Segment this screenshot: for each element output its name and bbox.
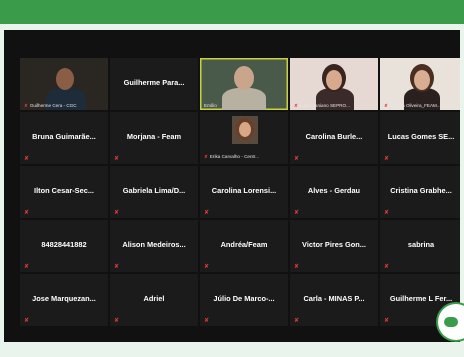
participant-tile-jose[interactable]: Jose Marquezan... ✘	[20, 274, 108, 326]
gallery-row-5: Jose Marquezan... ✘ Adriel ✘ Júlio De Ma…	[16, 274, 460, 326]
muted-mic-icon: ✘	[204, 264, 210, 270]
participant-name-label: Emílio	[204, 103, 217, 108]
muted-mic-icon: ✘	[24, 156, 30, 162]
participant-tile-lucas-gomes[interactable]: Lucas Gomes SE... ✘	[380, 112, 460, 164]
top-bar	[0, 0, 464, 24]
participant-name: Guilherme Para...	[123, 78, 185, 87]
participant-name: 84828441882	[41, 240, 87, 249]
muted-mic-icon: ✘	[384, 318, 390, 324]
participant-tile-alves-gerdau[interactable]: Alves - Gerdau ✘	[290, 166, 378, 218]
chat-bubble-icon	[444, 317, 458, 327]
participant-tile-gabriela[interactable]: Gabriela Lima/D... ✘	[110, 166, 198, 218]
participant-name-label: ✘ Larissa Oliveira_FEAM...	[384, 103, 441, 108]
participant-name: sabrina	[407, 240, 435, 249]
participant-tile-morjana[interactable]: Morjana - Feam ✘	[110, 112, 198, 164]
muted-mic-icon: ✘	[114, 318, 120, 324]
participant-tile-alison[interactable]: Alison Medeiros... ✘	[110, 220, 198, 272]
participant-tile-andrea[interactable]: Andréa/Feam ✘	[200, 220, 288, 272]
participant-face	[326, 70, 342, 90]
participant-name: Jose Marquezan...	[32, 294, 96, 303]
muted-mic-icon: ✘	[294, 103, 298, 108]
gallery-row-2: Bruna Guimarãe... ✘ Morjana - Feam ✘ ✘ Er…	[16, 112, 460, 164]
participant-tile-erika[interactable]: ✘ Erika Carvalho - Centr...	[200, 112, 288, 164]
participant-name: Bruna Guimarãe...	[32, 132, 96, 141]
participant-tile-ilton[interactable]: Ilton Cesar-Sec... ✘	[20, 166, 108, 218]
participant-tile-julio[interactable]: Júlio De Marco-... ✘	[200, 274, 288, 326]
participant-name: Morjana - Feam	[126, 132, 182, 141]
muted-mic-icon: ✘	[294, 318, 300, 324]
participant-tile-emilio[interactable]: Emílio	[200, 58, 288, 110]
participant-video	[232, 116, 258, 144]
participant-tile-lucia-zaniano[interactable]: ✘ Lucia Zaniano SEPRO...	[290, 58, 378, 110]
muted-mic-icon: ✘	[294, 156, 300, 162]
gallery-row-3: Ilton Cesar-Sec... ✘ Gabriela Lima/D... …	[16, 166, 460, 218]
zoom-window: ✘ Guilherme Cera - CGC Guilherme Para... …	[0, 0, 464, 357]
participant-name: Victor Pires Gon...	[302, 240, 366, 249]
muted-mic-icon: ✘	[204, 210, 210, 216]
participant-name: Carolina Burle...	[305, 132, 363, 141]
participant-tile-larissa-oliveira[interactable]: ✘ Larissa Oliveira_FEAM...	[380, 58, 460, 110]
participant-tile-adriel[interactable]: Adriel ✘	[110, 274, 198, 326]
participant-name-label: ✘ Guilherme Cera - CGC	[24, 103, 77, 108]
participant-tile-guilherme-para[interactable]: Guilherme Para...	[110, 58, 198, 110]
muted-mic-icon: ✘	[114, 264, 120, 270]
muted-mic-icon: ✘	[384, 210, 390, 216]
participant-face	[414, 70, 430, 90]
participant-name: Alison Medeiros...	[122, 240, 186, 249]
muted-mic-icon: ✘	[204, 154, 208, 159]
participant-tile-bruna[interactable]: Bruna Guimarãe... ✘	[20, 112, 108, 164]
participant-name: Ilton Cesar-Sec...	[34, 186, 94, 195]
participant-tile-phone[interactable]: 84828441882 ✘	[20, 220, 108, 272]
participant-tile-carolina-burle[interactable]: Carolina Burle... ✘	[290, 112, 378, 164]
gallery-row-1: ✘ Guilherme Cera - CGC Guilherme Para... …	[16, 58, 460, 110]
participant-video	[222, 88, 266, 110]
participant-name: Guilherme L Fer...	[389, 294, 453, 303]
participant-face	[56, 68, 74, 90]
participant-name: Cristina Grabhe...	[390, 186, 452, 195]
participant-name: Carolina Lorensi...	[211, 186, 277, 195]
muted-mic-icon: ✘	[384, 103, 388, 108]
participant-tile-victor[interactable]: Victor Pires Gon... ✘	[290, 220, 378, 272]
gallery-row-4: 84828441882 ✘ Alison Medeiros... ✘ André…	[16, 220, 460, 272]
muted-mic-icon: ✘	[114, 210, 120, 216]
muted-mic-icon: ✘	[384, 156, 390, 162]
participant-name: Lucas Gomes SE...	[387, 132, 455, 141]
participant-name: Carla - MINAS P...	[303, 294, 365, 303]
muted-mic-icon: ✘	[204, 318, 210, 324]
participant-name-label: ✘ Lucia Zaniano SEPRO...	[294, 103, 350, 108]
participant-name: Júlio De Marco-...	[213, 294, 275, 303]
participant-tile-carolina-lorensi[interactable]: Carolina Lorensi... ✘	[200, 166, 288, 218]
participant-face	[234, 66, 254, 90]
muted-mic-icon: ✘	[294, 210, 300, 216]
participant-tile-cristina[interactable]: Cristina Grabhe... ✘	[380, 166, 460, 218]
muted-mic-icon: ✘	[24, 103, 28, 108]
participant-tile-carla[interactable]: Carla - MINAS P... ✘	[290, 274, 378, 326]
muted-mic-icon: ✘	[24, 318, 30, 324]
participant-name: Andréa/Feam	[220, 240, 268, 249]
muted-mic-icon: ✘	[24, 264, 30, 270]
participant-name: Gabriela Lima/D...	[122, 186, 186, 195]
participant-name: Alves - Gerdau	[307, 186, 361, 195]
gallery-view: ✘ Guilherme Cera - CGC Guilherme Para... …	[4, 30, 460, 342]
participant-tile-guilherme-cera[interactable]: ✘ Guilherme Cera - CGC	[20, 58, 108, 110]
participant-name: Adriel	[143, 294, 165, 303]
participant-name-label: ✘ Erika Carvalho - Centr...	[204, 154, 259, 159]
muted-mic-icon: ✘	[384, 264, 390, 270]
muted-mic-icon: ✘	[24, 210, 30, 216]
participant-tile-sabrina[interactable]: sabrina ✘	[380, 220, 460, 272]
muted-mic-icon: ✘	[294, 264, 300, 270]
muted-mic-icon: ✘	[114, 156, 120, 162]
participant-face	[239, 122, 251, 137]
